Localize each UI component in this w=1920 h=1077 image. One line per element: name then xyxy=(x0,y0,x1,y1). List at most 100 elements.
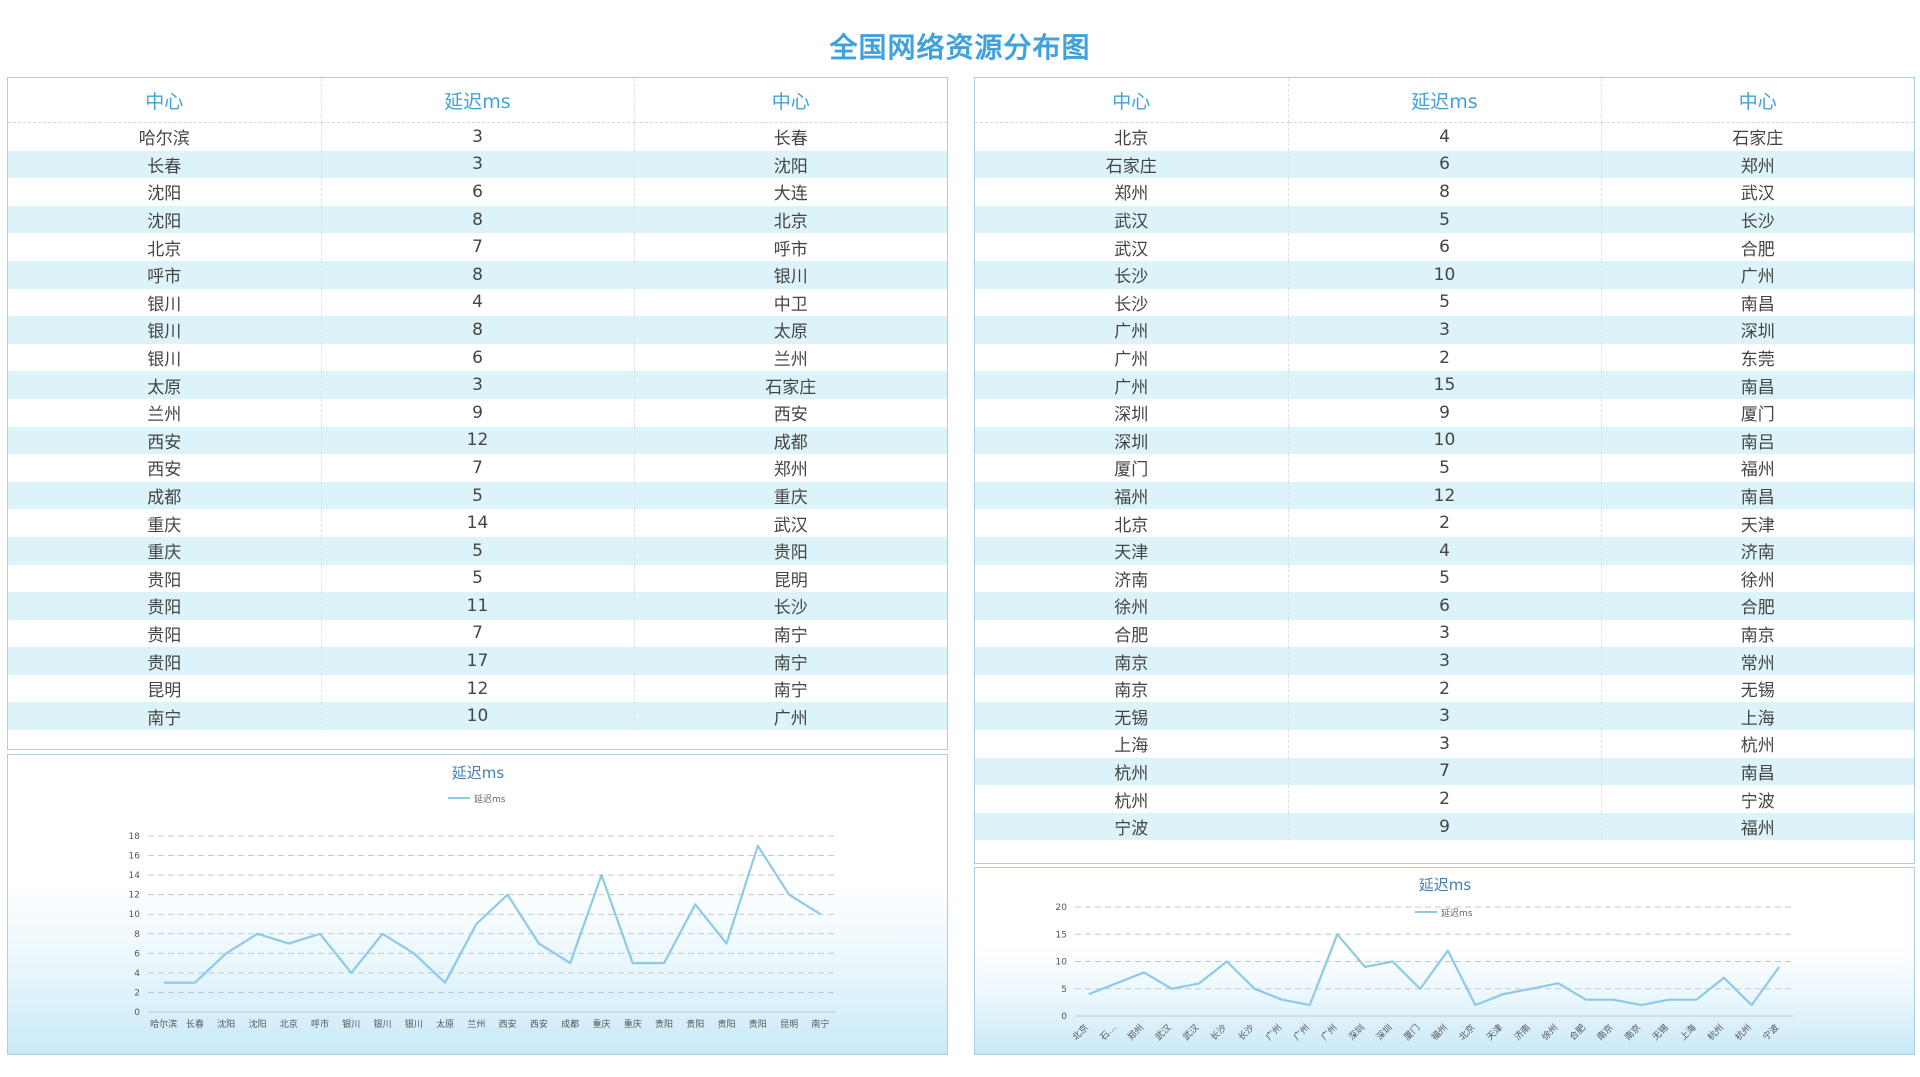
x-tick-label: 贵阳 xyxy=(749,1018,767,1030)
x-tick-label: 广州 xyxy=(1291,1022,1312,1043)
table-row: 南宁 10 广州 xyxy=(8,702,947,731)
cell-from-center: 长春 xyxy=(8,150,322,179)
cell-to-center: 中卫 xyxy=(773,294,808,315)
table-row: 南京 2 无锡 xyxy=(975,674,1914,703)
cell-to-center: 呼市 xyxy=(773,239,808,260)
cell-from-center: 银川 xyxy=(8,288,322,317)
left-latency-line-chart: 延迟ms 延迟ms 0 2 4 6 8 10 12 14 16 18 哈尔滨 长春 沈阳 沈阳 北京 呼市 银川 银川… xyxy=(129,764,836,1030)
cell-latency: 3 xyxy=(321,122,635,151)
right-latency-line-chart: 延迟ms延迟ms05101520北京 石… 郑州 武汉 武汉 长沙 长沙 广州 广州 广州 深圳 深圳… xyxy=(1056,876,1793,1043)
left-table-panel: 中心 延迟ms 中心 哈尔滨 3 长春 长春 3 沈阳 沈阳 6 大连 沈阳 8 北京 北京 7 呼市 呼市 8… xyxy=(7,77,948,750)
table-row: 银川 8 太原 xyxy=(8,316,947,344)
cell-latency: 2 xyxy=(1288,785,1602,813)
cell-from-center: 贵阳 xyxy=(8,619,322,648)
cell-to-center: 成都 xyxy=(634,426,947,455)
y-tick-label: 8 xyxy=(134,930,140,940)
table-row: 重庆 14 武汉 xyxy=(8,509,947,537)
x-tick-label: 长沙 xyxy=(1235,1022,1256,1043)
table-row: 广州 2 东莞 xyxy=(975,343,1914,372)
table-row: 兰州 9 西安 xyxy=(8,398,947,427)
cell-from-center: 无锡 xyxy=(975,702,1289,731)
cell-latency: 7 xyxy=(321,233,635,261)
cell-latency: 3 xyxy=(1288,647,1602,675)
cell-to-center: 太原 xyxy=(634,316,947,344)
cell-to-center: 东莞 xyxy=(1740,350,1775,371)
cell-to-center: 银川 xyxy=(634,260,947,289)
cell-latency: 3 xyxy=(1288,702,1602,731)
table-row: 武汉 6 合肥 xyxy=(975,233,1914,261)
cell-latency: 17 xyxy=(321,647,635,675)
y-tick-label: 6 xyxy=(134,949,140,959)
table-row: 济南 5 徐州 xyxy=(975,564,1914,593)
cell-to-center: 西安 xyxy=(773,405,808,426)
x-tick-label: 兰州 xyxy=(467,1018,485,1030)
x-tick-label: 北京 xyxy=(280,1018,298,1030)
col-header-center[interactable]: 中心 xyxy=(8,78,322,123)
cell-from-center: 武汉 xyxy=(975,205,1289,234)
table-row: 成都 5 重庆 xyxy=(8,481,947,510)
table-row: 长沙 5 南昌 xyxy=(975,288,1914,317)
x-tick-label: 银川 xyxy=(374,1018,392,1030)
cell-to-center: 合肥 xyxy=(1601,592,1914,620)
x-tick-label: 北京 xyxy=(1456,1022,1477,1043)
table-row: 沈阳 6 大连 xyxy=(8,178,947,206)
table-row: 深圳 9 厦门 xyxy=(975,398,1914,427)
cell-from-center: 广州 xyxy=(975,316,1289,344)
chart-title: 延迟ms xyxy=(1419,876,1472,894)
right-chart-panel: 延迟ms 延迟ms 0 5 10 15 20 北京 石… 郑州 武汉 武汉 长沙 长沙 广州 广州 广州 深圳 深圳… xyxy=(974,867,1915,1055)
x-tick-label: 福州 xyxy=(1429,1022,1450,1043)
col-header-center[interactable]: 中心 xyxy=(1601,78,1914,123)
cell-from-center: 广州 xyxy=(975,371,1289,399)
cell-to-center: 合肥 xyxy=(1740,239,1775,260)
y-tick-label: 4 xyxy=(134,969,140,979)
cell-from-center: 重庆 xyxy=(8,509,322,537)
table-row: 武汉 5 长沙 xyxy=(975,205,1914,234)
cell-latency: 7 xyxy=(321,619,635,648)
cell-latency: 3 xyxy=(1288,619,1602,648)
table-row: 昆明 12 南宁 xyxy=(8,674,947,703)
cell-latency: 3 xyxy=(321,371,635,399)
cell-to-center: 沈阳 xyxy=(634,150,947,179)
cell-to-center: 南京 xyxy=(1740,625,1775,646)
cell-latency: 10 xyxy=(1288,260,1602,289)
cell-to-center: 广州 xyxy=(1601,260,1914,289)
col-header-latency[interactable]: 延迟ms xyxy=(321,78,635,123)
cell-latency: 5 xyxy=(1288,564,1602,593)
col-header-center[interactable]: 中心 xyxy=(634,78,947,123)
x-tick-label: 南京 xyxy=(1594,1022,1615,1043)
cell-from-center: 杭州 xyxy=(975,785,1289,813)
x-tick-label: 北京 xyxy=(1070,1022,1091,1043)
x-tick-label: 贵阳 xyxy=(686,1018,704,1030)
x-tick-label: 上海 xyxy=(1677,1022,1698,1043)
table-row: 西安 7 郑州 xyxy=(8,454,947,482)
y-tick-label: 20 xyxy=(1056,903,1068,913)
cell-latency: 5 xyxy=(1288,288,1602,317)
cell-to-center: 大连 xyxy=(773,184,808,205)
col-header-center[interactable]: 中心 xyxy=(975,78,1289,123)
y-tick-label: 0 xyxy=(1061,1012,1067,1022)
cell-from-center: 西安 xyxy=(8,426,322,455)
x-tick-label: 长沙 xyxy=(1208,1022,1229,1043)
table-row: 贵阳 7 南宁 xyxy=(8,619,947,648)
cell-from-center: 厦门 xyxy=(975,454,1289,482)
y-tick-label: 10 xyxy=(129,910,141,920)
cell-latency: 9 xyxy=(1288,812,1602,841)
table-row: 长春 3 沈阳 xyxy=(8,150,947,179)
x-tick-label: 合肥 xyxy=(1567,1022,1588,1043)
x-tick-label: 呼市 xyxy=(311,1018,329,1030)
x-tick-label: 杭州 xyxy=(1732,1022,1753,1043)
x-tick-label: 无锡 xyxy=(1650,1022,1671,1043)
cell-to-center: 武汉 xyxy=(1740,184,1775,205)
cell-latency: 9 xyxy=(1288,398,1602,427)
cell-to-center: 贵阳 xyxy=(634,536,947,565)
cell-from-center: 北京 xyxy=(975,509,1289,537)
cell-latency: 8 xyxy=(1288,178,1602,206)
left-chart-panel: 延迟ms 延迟ms 0 2 4 6 8 10 12 14 16 18 哈尔滨 长春 沈阳 沈阳 北京 呼市 银川 银川… xyxy=(7,754,948,1055)
cell-latency: 3 xyxy=(1288,316,1602,344)
cell-from-center: 西安 xyxy=(8,454,322,482)
cell-latency: 5 xyxy=(321,536,635,565)
col-header-latency[interactable]: 延迟ms xyxy=(1288,78,1602,123)
cell-from-center: 合肥 xyxy=(975,619,1289,648)
cell-latency: 5 xyxy=(1288,205,1602,234)
cell-latency: 4 xyxy=(321,288,635,317)
